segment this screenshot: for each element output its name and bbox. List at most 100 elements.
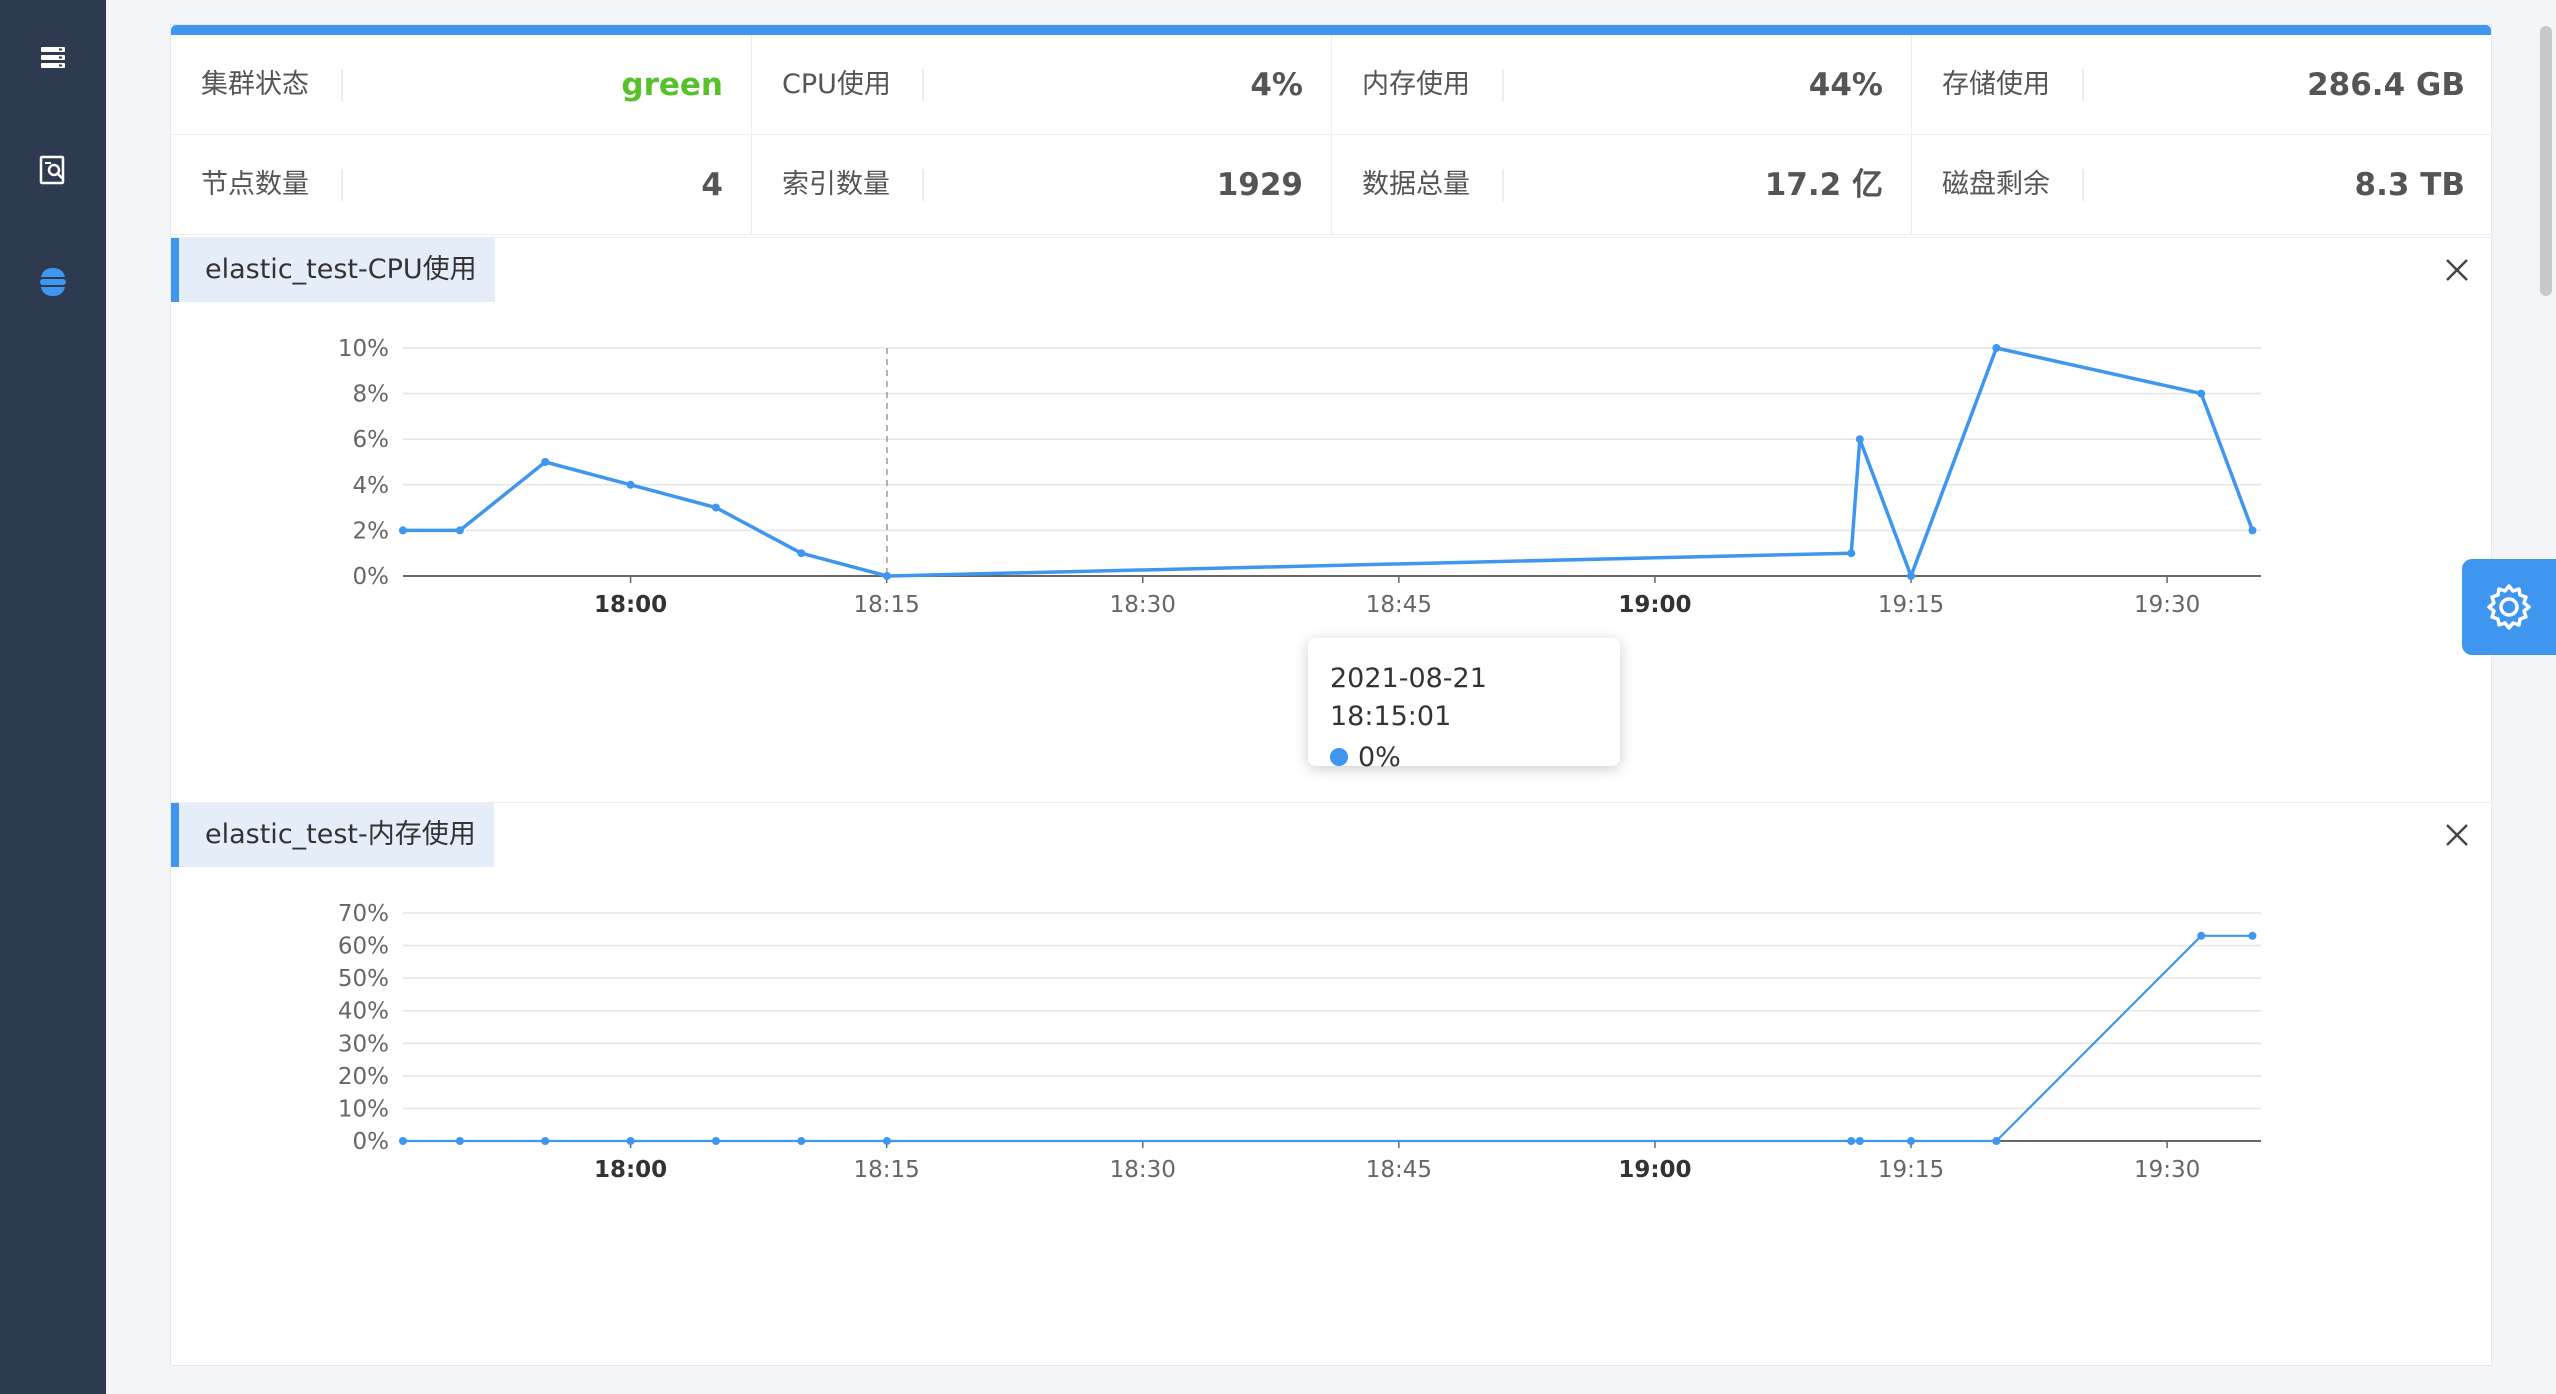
y-tick-label: 4% [353, 473, 390, 499]
y-tick-label: 8% [353, 382, 390, 408]
data-point [711, 1137, 720, 1145]
x-tick-label: 18:30 [1110, 1157, 1176, 1183]
x-tick-label: 18:45 [1366, 1157, 1432, 1183]
data-point [2197, 389, 2206, 398]
data-point [797, 549, 806, 558]
data-point [1992, 1137, 2001, 1145]
stat-value: 17.2 亿 [1764, 167, 1883, 203]
stat-cpu-usage: CPU使用 4% [752, 35, 1332, 135]
stat-disk-free: 磁盘剩余 8.3 TB [1912, 135, 2493, 235]
memory-chart-section: elastic_test-内存使用 0% 10% 20% 30% 40% 50% 60% 70… [171, 802, 2493, 1367]
x-tick-label: 18:00 [594, 1157, 667, 1183]
scrollbar[interactable] [2540, 26, 2552, 296]
data-point [626, 1137, 635, 1145]
divider [922, 69, 924, 101]
stat-label: 集群状态 [201, 69, 309, 100]
stat-label: 数据总量 [1362, 169, 1470, 200]
data-point [1907, 1137, 1916, 1145]
x-tick-label: 18:15 [854, 592, 920, 618]
stat-storage-usage: 存储使用 286.4 GB [1912, 35, 2493, 135]
data-point [882, 572, 891, 580]
data-point [398, 1137, 407, 1145]
stat-value: 4 [701, 167, 723, 203]
gear-icon [2487, 584, 2531, 630]
data-point [1847, 549, 1856, 558]
data-point [1855, 435, 1864, 444]
x-tick-label: 19:00 [1618, 592, 1691, 618]
stat-node-count: 节点数量 4 [171, 135, 752, 235]
stat-value: 1929 [1216, 167, 1303, 203]
data-point [711, 503, 720, 512]
divider [2082, 69, 2084, 101]
stat-label: 存储使用 [1942, 69, 2050, 100]
y-tick-label: 20% [338, 1064, 389, 1090]
data-point [2248, 526, 2257, 535]
data-point [1907, 572, 1916, 580]
series-dot-icon [1330, 747, 1348, 766]
tooltip-value: 0% [1358, 742, 1401, 773]
stat-memory-usage: 内存使用 44% [1332, 35, 1912, 135]
sidebar [0, 0, 106, 1394]
x-tick-label: 18:45 [1366, 592, 1432, 618]
x-tick-label: 19:15 [1878, 1157, 1944, 1183]
data-point [626, 480, 635, 489]
y-tick-label: 50% [338, 966, 389, 992]
panel-accent-bar [171, 25, 2491, 35]
divider [1502, 69, 1504, 101]
memory-line-chart[interactable]: 0% 10% 20% 30% 40% 50% 60% 70% 18:00 18:15 18:30 18… [171, 803, 2493, 1368]
stat-label: 索引数量 [782, 169, 890, 200]
data-point [1992, 344, 2001, 352]
divider [2082, 169, 2084, 201]
y-tick-label: 2% [353, 518, 390, 544]
search-document-icon[interactable] [33, 150, 73, 190]
data-point [455, 526, 464, 535]
divider [922, 169, 924, 201]
series-line [402, 346, 2255, 578]
stat-value: 286.4 GB [2307, 67, 2465, 103]
stat-value: 44% [1808, 67, 1883, 103]
divider [341, 169, 343, 201]
stat-label: 磁盘剩余 [1942, 169, 2050, 200]
data-point [2248, 931, 2257, 940]
data-point [1847, 1137, 1856, 1145]
stat-label: 节点数量 [201, 169, 309, 200]
y-tick-label: 0% [353, 1129, 390, 1155]
y-tick-label: 30% [338, 1031, 389, 1057]
x-tick-label: 19:30 [2134, 1157, 2200, 1183]
y-tick-label: 6% [353, 427, 390, 453]
tooltip-title: 2021-08-21 18:15:01 [1330, 663, 1487, 732]
data-point [2197, 931, 2206, 940]
data-point [797, 1137, 806, 1145]
y-tick-label: 10% [338, 1096, 389, 1122]
data-point [1855, 1137, 1864, 1145]
data-point [541, 1137, 550, 1145]
y-tick-label: 10% [338, 336, 389, 362]
chart-tooltip: 2021-08-21 18:15:01 0% [1308, 638, 1620, 773]
y-tick-label: 0% [353, 564, 390, 590]
data-point [398, 526, 407, 535]
stat-value: 8.3 TB [2354, 167, 2465, 203]
y-tick-label: 70% [338, 901, 389, 927]
stat-label: CPU使用 [782, 69, 891, 100]
data-point [882, 1137, 891, 1145]
data-point [541, 458, 550, 466]
stat-index-count: 索引数量 1929 [752, 135, 1332, 235]
series-line [402, 934, 2253, 1143]
server-list-icon[interactable] [33, 38, 73, 78]
x-tick-label: 18:30 [1110, 592, 1176, 618]
stat-value: green [621, 67, 723, 103]
x-tick-label: 19:00 [1618, 1157, 1691, 1183]
settings-button[interactable] [2462, 559, 2556, 655]
stat-cluster-status: 集群状态 green [171, 35, 752, 135]
stat-value: 4% [1250, 67, 1303, 103]
x-tick-label: 18:15 [854, 1157, 920, 1183]
stat-label: 内存使用 [1362, 69, 1470, 100]
y-tick-label: 40% [338, 999, 389, 1025]
y-tick-label: 60% [338, 934, 389, 960]
tooltip-row: 0% [1330, 736, 1598, 780]
x-tick-label: 19:30 [2134, 592, 2200, 618]
stat-total-data: 数据总量 17.2 亿 [1332, 135, 1912, 235]
x-tick-label: 18:00 [594, 592, 667, 618]
x-tick-label: 19:15 [1878, 592, 1944, 618]
elastic-icon[interactable] [33, 262, 73, 302]
